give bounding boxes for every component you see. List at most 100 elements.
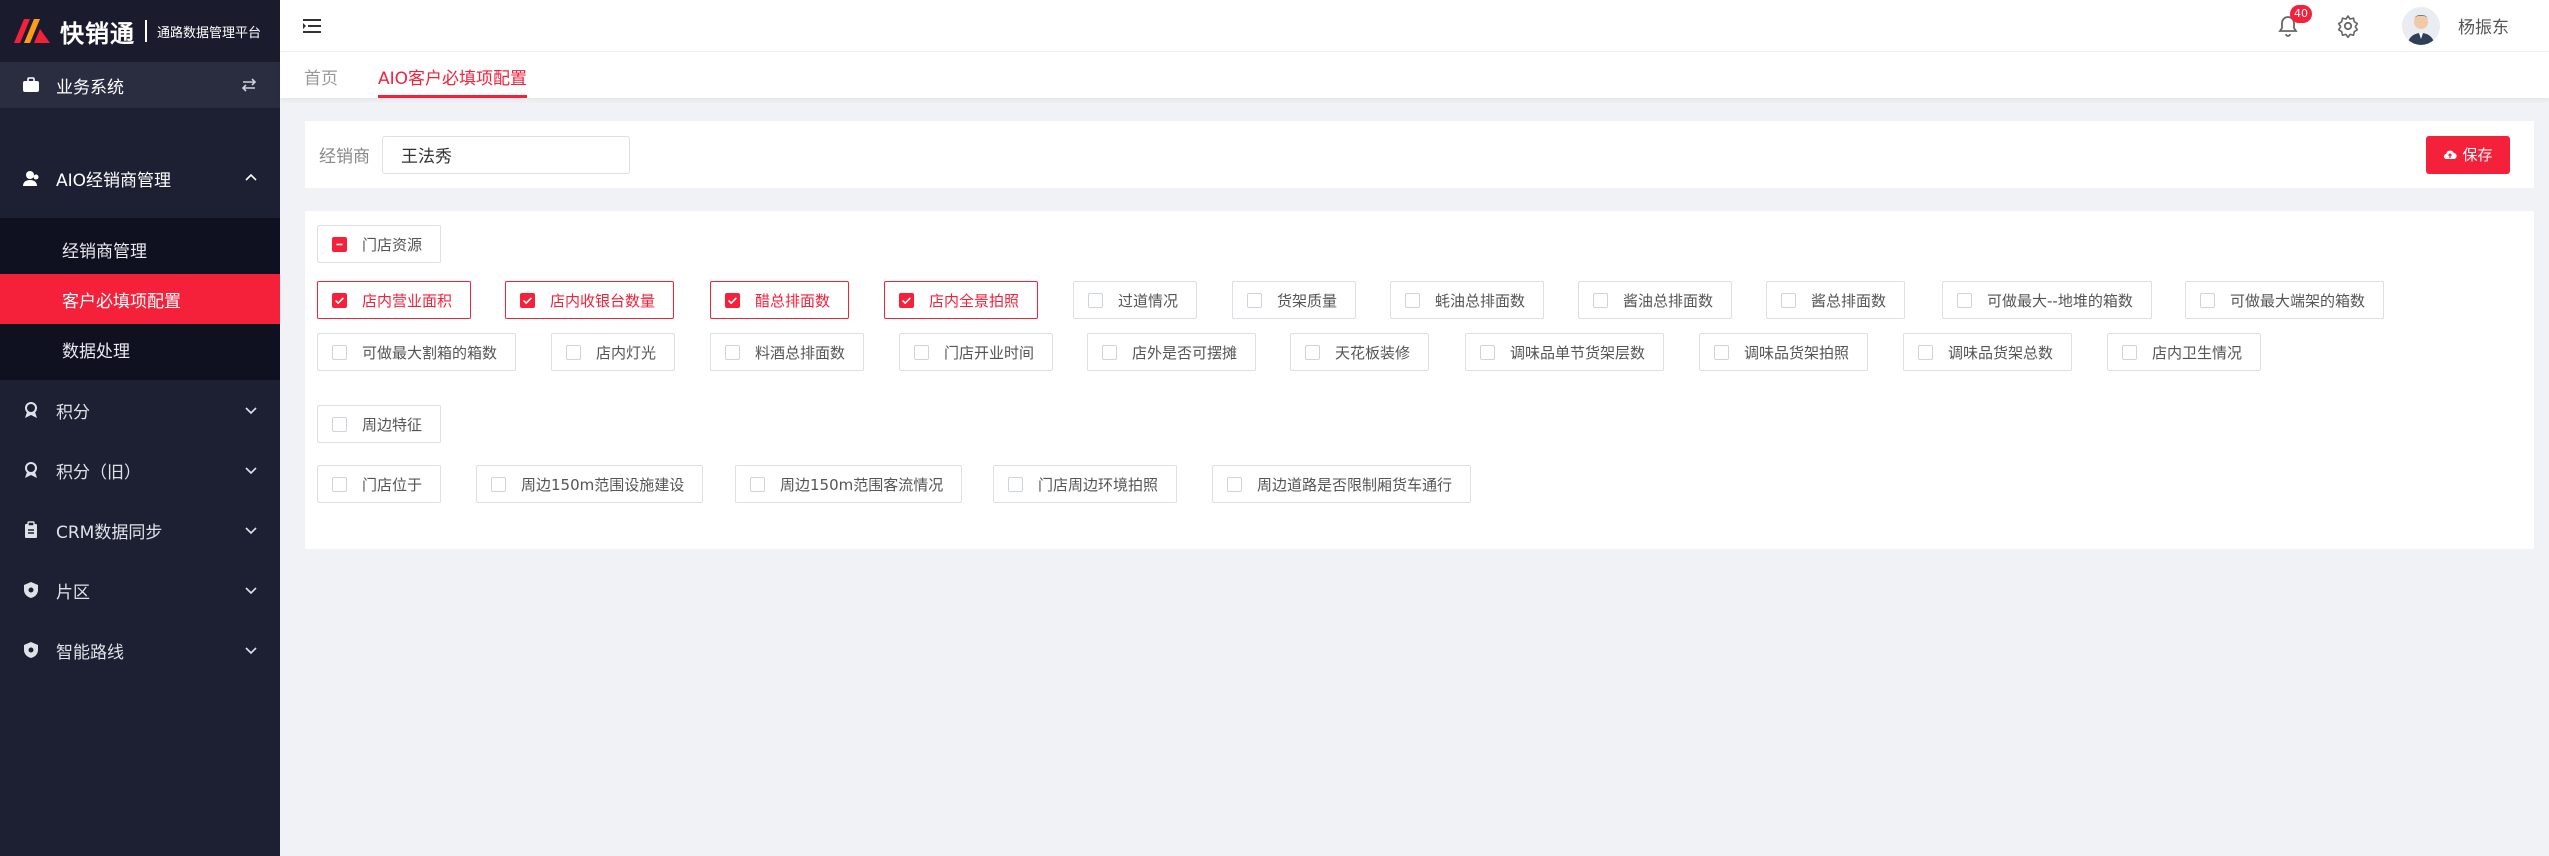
chevron-down-icon: [245, 527, 257, 535]
option-checkbox[interactable]: 店内营业面积: [317, 281, 472, 319]
cloud-upload-icon: [2444, 150, 2458, 159]
surround-section-checkbox[interactable]: 周边特征: [317, 405, 442, 443]
tab-home[interactable]: 首页: [304, 64, 338, 98]
option-checkbox[interactable]: 天花板装修: [1290, 333, 1430, 371]
sidebar-item-data-processing[interactable]: 数据处理: [0, 324, 280, 374]
switch-icon[interactable]: [240, 76, 258, 94]
option-checkbox[interactable]: 店内灯光: [551, 333, 676, 371]
sidebar-item-region[interactable]: 片区: [0, 560, 280, 620]
checkbox-empty-icon: [1008, 476, 1023, 492]
checkbox-empty-icon: [1781, 292, 1796, 308]
option-label: 料酒总排面数: [755, 343, 846, 362]
store-section-title: 门店资源: [362, 235, 423, 254]
option-label: 酱总排面数: [1811, 291, 1887, 310]
checkbox-empty-icon: [332, 416, 347, 432]
option-checkbox[interactable]: 可做最大割箱的箱数: [317, 333, 517, 371]
sidebar-item-customer-required-config[interactable]: 客户必填项配置: [0, 274, 280, 324]
option-checkbox[interactable]: 店内收银台数量: [505, 281, 675, 319]
sidebar-item-dealer-management[interactable]: 经销商管理: [0, 224, 280, 274]
sidebar-item-crm-sync-label: CRM数据同步: [56, 522, 163, 543]
notification-button[interactable]: 40: [2276, 4, 2312, 38]
option-checkbox[interactable]: 周边道路是否限制厢货车通行: [1212, 465, 1472, 503]
brand-logo-icon: [14, 19, 50, 43]
user-name[interactable]: 杨振东: [2458, 13, 2509, 38]
sidebar-item-smart-route-label: 智能路线: [56, 642, 124, 663]
header-actions: 40 杨振东: [2276, 4, 2509, 45]
option-checkbox[interactable]: 店外是否可摆摊: [1087, 333, 1257, 371]
menu-group-aio-dealer: AIO经销商管理 经销商管理 客户必填项配置 数据处理: [0, 148, 280, 380]
option-checkbox[interactable]: 调味品单节货架层数: [1465, 333, 1665, 371]
checkbox-checked-icon: [332, 292, 347, 308]
option-checkbox[interactable]: 过道情况: [1073, 281, 1198, 319]
option-checkbox[interactable]: 周边150m范围客流情况: [735, 465, 963, 503]
chevron-down-icon: [245, 587, 257, 595]
chevron-down-icon: [245, 407, 257, 415]
business-system-switcher[interactable]: 业务系统: [0, 62, 280, 108]
option-checkbox[interactable]: 料酒总排面数: [710, 333, 865, 371]
option-label: 周边道路是否限制厢货车通行: [1257, 475, 1453, 494]
brand-logo[interactable]: 快销通 通路数据管理平台: [0, 0, 280, 62]
filter-panel: 经销商 王法秀 保存: [305, 121, 2534, 188]
option-checkbox[interactable]: 醋总排面数: [710, 281, 850, 319]
checkbox-empty-icon: [332, 344, 347, 360]
option-checkbox[interactable]: 店内全景拍照: [884, 281, 1039, 319]
brand-name: 快销通: [60, 19, 135, 48]
checkbox-empty-icon: [1480, 344, 1495, 360]
shield-icon: [22, 581, 40, 599]
option-checkbox[interactable]: 店内卫生情况: [2107, 333, 2262, 371]
option-checkbox[interactable]: 货架质量: [1232, 281, 1357, 319]
checkbox-empty-icon: [1918, 344, 1933, 360]
save-button[interactable]: 保存: [2426, 135, 2510, 174]
option-label: 店内收银台数量: [550, 291, 656, 310]
option-checkbox[interactable]: 调味品货架拍照: [1699, 333, 1869, 371]
menu-toggle-icon[interactable]: [302, 18, 322, 34]
option-label: 调味品货架总数: [1948, 343, 2054, 362]
tab-aio-required-config[interactable]: AIO客户必填项配置: [378, 64, 528, 98]
sidebar-item-crm-sync[interactable]: CRM数据同步: [0, 500, 280, 560]
option-checkbox[interactable]: 酱总排面数: [1766, 281, 1906, 319]
checkbox-empty-icon: [1714, 344, 1729, 360]
chevron-up-icon: [245, 173, 257, 181]
checkbox-empty-icon: [914, 344, 929, 360]
option-label: 周边150m范围客流情况: [780, 475, 944, 494]
gear-icon[interactable]: [2336, 14, 2360, 38]
option-checkbox[interactable]: 调味品货架总数: [1903, 333, 2073, 371]
checkbox-checked-icon: [899, 292, 914, 308]
checkbox-empty-icon: [1593, 292, 1608, 308]
menu-aio-dealer-toggle[interactable]: AIO经销商管理: [0, 148, 280, 208]
store-section-checkbox[interactable]: 门店资源: [317, 225, 442, 263]
checkbox-empty-icon: [1405, 292, 1420, 308]
checkbox-empty-icon: [1957, 292, 1972, 308]
dealer-select[interactable]: 王法秀: [382, 135, 630, 174]
option-label: 蚝油总排面数: [1435, 291, 1526, 310]
option-label: 店内灯光: [596, 343, 657, 362]
option-label: 门店开业时间: [944, 343, 1035, 362]
option-checkbox[interactable]: 门店位于: [317, 465, 442, 503]
option-checkbox[interactable]: 蚝油总排面数: [1390, 281, 1545, 319]
notification-count-badge: 40: [2290, 4, 2312, 23]
option-label: 调味品单节货架层数: [1510, 343, 1646, 362]
option-checkbox[interactable]: 酱油总排面数: [1578, 281, 1733, 319]
menu-aio-dealer-label: AIO经销商管理: [56, 170, 172, 191]
option-label: 天花板装修: [1335, 343, 1411, 362]
sidebar-item-points-label: 积分: [56, 402, 90, 423]
option-checkbox[interactable]: 周边150m范围设施建设: [476, 465, 704, 503]
sidebar-item-points-old[interactable]: 积分（旧）: [0, 440, 280, 500]
sidebar-item-points[interactable]: 积分: [0, 380, 280, 440]
avatar[interactable]: [2402, 6, 2440, 45]
option-checkbox[interactable]: 门店周边环境拍照: [993, 465, 1178, 503]
clipboard-icon: [22, 521, 40, 539]
medal-icon: [22, 461, 40, 479]
option-checkbox[interactable]: 可做最大--地堆的箱数: [1942, 281, 2152, 319]
option-label: 醋总排面数: [755, 291, 831, 310]
dealer-label: 经销商: [319, 147, 370, 167]
option-label: 店内营业面积: [362, 291, 453, 310]
option-label: 可做最大端架的箱数: [2230, 291, 2366, 310]
option-checkbox[interactable]: 门店开业时间: [899, 333, 1054, 371]
option-checkbox[interactable]: 可做最大端架的箱数: [2185, 281, 2385, 319]
sidebar-item-region-label: 片区: [56, 582, 90, 603]
checkbox-empty-icon: [566, 344, 581, 360]
sidebar-item-smart-route[interactable]: 智能路线: [0, 620, 280, 680]
checkbox-empty-icon: [750, 476, 765, 492]
checkbox-checked-icon: [520, 292, 535, 308]
